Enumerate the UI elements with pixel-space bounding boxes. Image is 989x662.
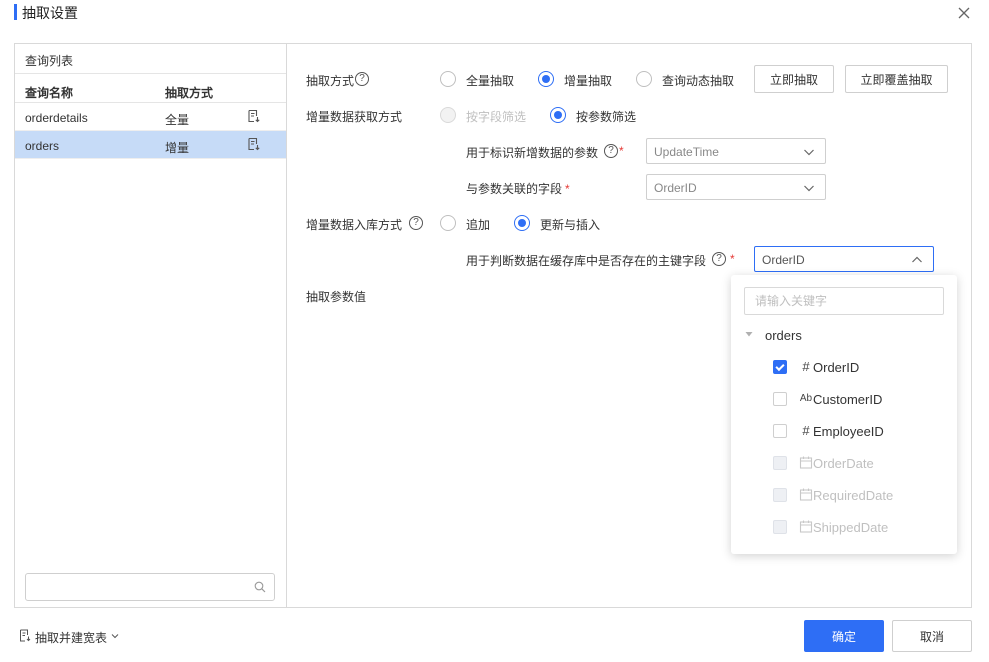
radio-filter-by-field bbox=[440, 107, 456, 123]
primary-key-field-select[interactable]: OrderID bbox=[754, 246, 934, 272]
query-row-mode: 全量 bbox=[165, 113, 190, 127]
param-related-field-select[interactable]: OrderID bbox=[646, 174, 826, 200]
required-mark: * bbox=[619, 144, 624, 158]
search-icon[interactable] bbox=[254, 581, 266, 593]
caret-down-icon[interactable] bbox=[745, 330, 753, 338]
chevron-down-icon bbox=[111, 634, 119, 639]
radio-update-insert-label: 更新与插入 bbox=[540, 218, 601, 232]
chevron-down-icon bbox=[804, 185, 814, 192]
overwrite-extract-now-button[interactable]: 立即覆盖抽取 bbox=[845, 65, 948, 93]
help-icon[interactable]: ? bbox=[409, 216, 423, 230]
query-list-header: 查询列表 bbox=[15, 44, 286, 74]
incremental-fetch-label: 增量数据获取方式 bbox=[306, 110, 403, 124]
column-query-name: 查询名称 bbox=[25, 86, 74, 100]
number-type-icon: # bbox=[802, 359, 810, 374]
radio-append-label: 追加 bbox=[466, 218, 491, 232]
field-option-label: OrderID bbox=[813, 360, 860, 375]
required-mark: * bbox=[730, 252, 735, 266]
query-row-name: orderdetails bbox=[25, 111, 88, 125]
radio-full-extract[interactable] bbox=[440, 71, 456, 87]
primary-key-field-label: 用于判断数据在缓存库中是否存在的主键字段 bbox=[466, 254, 707, 268]
document-icon bbox=[20, 629, 31, 642]
calendar-icon bbox=[799, 488, 813, 501]
checkbox[interactable] bbox=[773, 360, 787, 374]
field-option-employeeid[interactable]: # EmployeeID bbox=[773, 422, 943, 442]
extract-method-label: 抽取方式 bbox=[306, 74, 355, 88]
radio-dynamic-extract[interactable] bbox=[636, 71, 652, 87]
radio-append[interactable] bbox=[440, 215, 456, 231]
checkbox[interactable] bbox=[773, 424, 787, 438]
help-icon[interactable]: ? bbox=[604, 144, 618, 158]
query-row-orders[interactable]: orders 增量 bbox=[15, 131, 286, 159]
extract-params-label: 抽取参数值 bbox=[306, 290, 367, 304]
field-option-label: CustomerID bbox=[813, 392, 883, 407]
column-extract-mode: 抽取方式 bbox=[165, 86, 214, 100]
dialog-title: 抽取设置 bbox=[22, 5, 78, 21]
query-row-mode: 增量 bbox=[165, 141, 190, 155]
dropdown-search-box bbox=[744, 287, 944, 315]
param-related-field-value: OrderID bbox=[654, 181, 697, 195]
new-data-param-value: UpdateTime bbox=[654, 145, 719, 159]
radio-incremental-extract[interactable] bbox=[538, 71, 554, 87]
primary-key-field-value: OrderID bbox=[762, 253, 805, 267]
radio-filter-by-field-label: 按字段筛选 bbox=[466, 110, 527, 124]
query-list-panel: 查询列表 查询名称 抽取方式 orderdetails 全量 orders 增量 bbox=[15, 44, 287, 607]
radio-filter-by-param[interactable] bbox=[550, 107, 566, 123]
query-row-orderdetails[interactable]: orderdetails 全量 bbox=[15, 103, 286, 131]
new-data-param-select[interactable]: UpdateTime bbox=[646, 138, 826, 164]
field-option-orderdate: OrderDate bbox=[773, 454, 943, 474]
radio-update-insert[interactable] bbox=[514, 215, 530, 231]
checkbox bbox=[773, 488, 787, 502]
cancel-button[interactable]: 取消 bbox=[892, 620, 972, 652]
field-option-customerid[interactable]: Ab CustomerID bbox=[773, 390, 943, 410]
calendar-icon bbox=[799, 520, 813, 533]
checkbox bbox=[773, 520, 787, 534]
help-icon[interactable]: ? bbox=[712, 252, 726, 266]
help-icon[interactable]: ? bbox=[355, 72, 369, 86]
tree-node-label: orders bbox=[765, 328, 802, 343]
field-option-label: EmployeeID bbox=[813, 424, 884, 439]
edit-list-icon[interactable] bbox=[247, 137, 261, 151]
checkbox[interactable] bbox=[773, 392, 787, 406]
number-type-icon: # bbox=[802, 423, 810, 438]
chevron-down-icon bbox=[804, 149, 814, 156]
field-option-orderid[interactable]: # OrderID bbox=[773, 358, 943, 378]
query-list-column-header: 查询名称 抽取方式 bbox=[15, 75, 286, 103]
ok-button[interactable]: 确定 bbox=[804, 620, 884, 652]
param-related-field-label: 与参数关联的字段 * bbox=[466, 182, 570, 196]
radio-incremental-extract-label: 增量抽取 bbox=[564, 74, 613, 88]
field-option-label: ShippedDate bbox=[813, 520, 889, 535]
field-option-requireddate: RequiredDate bbox=[773, 486, 943, 506]
close-icon[interactable] bbox=[956, 5, 972, 21]
footer-link-label: 抽取并建宽表 bbox=[35, 631, 108, 645]
radio-full-extract-label: 全量抽取 bbox=[466, 74, 515, 88]
field-option-label: RequiredDate bbox=[813, 488, 894, 503]
checkbox bbox=[773, 456, 787, 470]
chevron-up-icon bbox=[912, 256, 922, 263]
radio-filter-by-param-label: 按参数筛选 bbox=[576, 110, 637, 124]
query-search-box bbox=[25, 573, 275, 601]
new-data-param-label: 用于标识新增数据的参数 bbox=[466, 146, 599, 160]
edit-list-icon[interactable] bbox=[247, 109, 261, 123]
radio-dynamic-extract-label: 查询动态抽取 bbox=[662, 74, 735, 88]
dropdown-search-input[interactable] bbox=[745, 288, 935, 314]
incremental-store-label: 增量数据入库方式 bbox=[306, 218, 403, 232]
query-search-input[interactable] bbox=[26, 574, 246, 600]
text-type-icon: Ab bbox=[799, 393, 813, 404]
extract-now-button[interactable]: 立即抽取 bbox=[754, 65, 834, 93]
dialog-title-bar: 抽取设置 bbox=[0, 0, 989, 30]
calendar-icon bbox=[799, 456, 813, 469]
field-option-label: OrderDate bbox=[813, 456, 874, 471]
primary-key-dropdown: orders # OrderID Ab CustomerID # Employe… bbox=[731, 275, 957, 554]
query-row-name: orders bbox=[25, 139, 60, 153]
title-accent-bar bbox=[14, 4, 17, 20]
field-option-shippeddate: ShippedDate bbox=[773, 518, 943, 538]
